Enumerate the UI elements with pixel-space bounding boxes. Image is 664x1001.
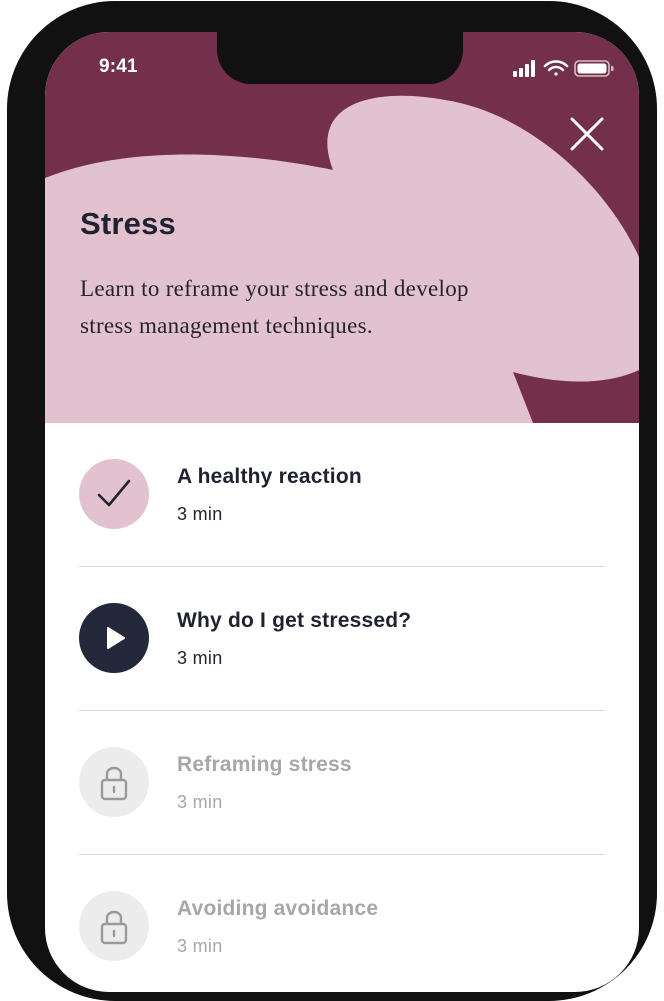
phone-frame: 9:41 Stress Learn to reframe your stress… xyxy=(7,1,657,1001)
lesson-item[interactable]: A healthy reaction 3 min xyxy=(79,423,605,567)
battery-icon xyxy=(574,60,614,77)
lesson-duration: 3 min xyxy=(177,792,223,812)
completed-badge xyxy=(79,459,149,529)
lesson-title: Why do I get stressed? xyxy=(177,609,412,632)
lesson-duration: 3 min xyxy=(177,648,223,668)
camera-notch xyxy=(217,32,463,84)
lock-icon xyxy=(100,910,128,945)
lesson-title: A healthy reaction xyxy=(177,465,362,488)
phone-screen: 9:41 Stress Learn to reframe your stress… xyxy=(45,32,639,992)
play-button[interactable] xyxy=(79,603,149,673)
lesson-item[interactable]: Avoiding avoidance 3 min xyxy=(79,855,605,992)
lesson-title: Avoiding avoidance xyxy=(177,897,379,920)
status-icons xyxy=(511,57,615,84)
lesson-duration: 3 min xyxy=(177,504,223,524)
course-header: 9:41 Stress Learn to reframe your stress… xyxy=(45,32,639,423)
status-time: 9:41 xyxy=(99,56,138,77)
close-button[interactable] xyxy=(565,112,609,156)
locked-badge xyxy=(79,747,149,817)
lesson-item[interactable]: Reframing stress 3 min xyxy=(79,711,605,855)
wifi-icon xyxy=(543,60,569,76)
close-icon xyxy=(570,117,604,151)
lock-icon xyxy=(100,766,128,801)
locked-badge xyxy=(79,891,149,961)
play-icon xyxy=(107,627,125,649)
lesson-duration: 3 min xyxy=(177,936,223,956)
checkmark-icon xyxy=(97,479,131,507)
course-description: Learn to reframe your stress and develop… xyxy=(80,276,469,338)
lesson-item[interactable]: Why do I get stressed? 3 min xyxy=(79,567,605,711)
lesson-title: Reframing stress xyxy=(177,753,352,776)
cellular-signal-icon xyxy=(513,60,535,77)
course-title: Stress xyxy=(80,206,176,241)
